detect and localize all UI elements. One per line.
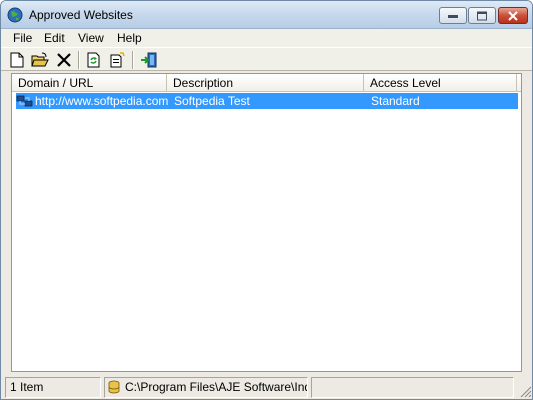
websites-list[interactable]: Domain / URL Description Access Level ht… bbox=[11, 73, 522, 372]
delete-icon bbox=[57, 53, 71, 67]
new-button[interactable] bbox=[7, 51, 27, 69]
title-bar[interactable]: Approved Websites bbox=[1, 1, 532, 29]
delete-button[interactable] bbox=[54, 51, 74, 69]
cell-access-level: Standard bbox=[371, 94, 420, 108]
toolbar-separator bbox=[78, 51, 80, 69]
status-path-panel: C:\Program Files\AJE Software\Indigc bbox=[104, 377, 308, 398]
close-button[interactable] bbox=[498, 7, 528, 24]
menu-bar: File Edit View Help bbox=[1, 29, 532, 47]
menu-view[interactable]: View bbox=[72, 29, 110, 47]
cell-url: http://www.softpedia.com bbox=[35, 94, 169, 108]
column-header-description[interactable]: Description bbox=[167, 74, 364, 92]
status-path: C:\Program Files\AJE Software\Indigc bbox=[125, 380, 308, 394]
new-icon bbox=[10, 52, 24, 68]
minimize-button[interactable] bbox=[439, 7, 467, 24]
open-button[interactable] bbox=[30, 51, 50, 69]
refresh-button[interactable] bbox=[84, 51, 104, 69]
database-icon bbox=[108, 380, 120, 397]
globe-icon bbox=[7, 7, 23, 23]
close-icon bbox=[508, 10, 518, 21]
open-folder-icon bbox=[31, 52, 49, 67]
table-row[interactable]: http://www.softpedia.com Softpedia Test … bbox=[16, 93, 518, 109]
menu-edit[interactable]: Edit bbox=[38, 29, 71, 47]
exit-button[interactable] bbox=[139, 51, 159, 69]
properties-button[interactable] bbox=[107, 51, 127, 69]
window-title: Approved Websites bbox=[29, 8, 133, 22]
toolbar-separator bbox=[132, 51, 134, 69]
list-header: Domain / URL Description Access Level bbox=[12, 74, 521, 92]
maximize-button[interactable] bbox=[468, 7, 496, 24]
status-item-count: 1 Item bbox=[5, 377, 101, 398]
menu-help[interactable]: Help bbox=[111, 29, 148, 47]
column-header-domain[interactable]: Domain / URL bbox=[12, 74, 167, 92]
maximize-icon bbox=[477, 11, 487, 20]
status-bar: 1 Item C:\Program Files\AJE Software\Ind… bbox=[1, 375, 532, 399]
status-empty-panel bbox=[311, 377, 514, 398]
menu-file[interactable]: File bbox=[7, 29, 38, 47]
toolbar bbox=[1, 47, 532, 71]
minimize-icon bbox=[448, 14, 458, 18]
column-header-access[interactable]: Access Level bbox=[364, 74, 517, 92]
cell-description: Softpedia Test bbox=[174, 94, 250, 108]
resize-grip-icon[interactable] bbox=[518, 384, 532, 398]
app-window: Approved Websites File Edit View Help Do… bbox=[0, 0, 533, 400]
refresh-icon bbox=[87, 52, 100, 68]
properties-icon bbox=[110, 52, 125, 68]
exit-icon bbox=[141, 52, 157, 68]
network-icon bbox=[16, 93, 34, 109]
